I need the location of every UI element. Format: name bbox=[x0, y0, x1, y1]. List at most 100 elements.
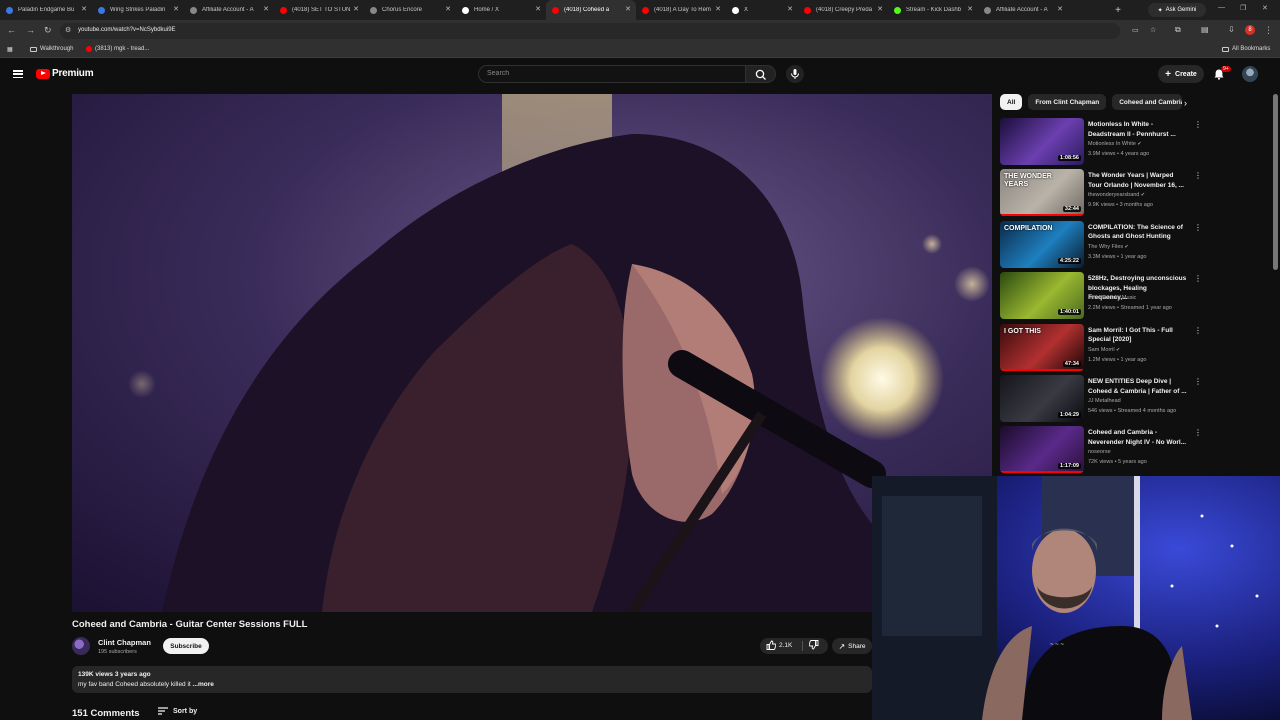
recommended-title[interactable]: NEW ENTITIES Deep Dive | Coheed & Cambri… bbox=[1088, 377, 1188, 396]
maximize-icon[interactable]: ❐ bbox=[1240, 4, 1246, 12]
recommended-channel[interactable]: JJ Metalhead bbox=[1088, 398, 1121, 404]
recommended-channel[interactable]: Sam Morril ✔ bbox=[1088, 347, 1120, 353]
recommended-channel[interactable]: noseorse bbox=[1088, 449, 1111, 455]
create-button[interactable]: + Create bbox=[1158, 65, 1204, 83]
ask-gemini-button[interactable]: ✦ Ask Gemini bbox=[1148, 3, 1206, 17]
minimize-icon[interactable]: — bbox=[1218, 4, 1225, 11]
recommended-video[interactable]: 1:17:09 Coheed and Cambria - Neverender N… bbox=[1000, 426, 1272, 474]
video-thumbnail[interactable]: 1:17:09 bbox=[1000, 426, 1084, 474]
more-actions-icon[interactable]: ⋮ bbox=[1194, 171, 1202, 180]
forward-icon[interactable]: → bbox=[26, 25, 35, 35]
youtube-premium-logo[interactable]: Premium bbox=[36, 68, 94, 79]
recommended-channel[interactable]: Motionless In White ✔ bbox=[1088, 141, 1142, 147]
video-thumbnail[interactable]: 1:40:01 bbox=[1000, 272, 1084, 320]
bookmark-mgk[interactable]: (3813) mgk - tread... bbox=[86, 46, 149, 52]
recommended-video[interactable]: 1:40:01 528Hz, Destroying unconscious blo… bbox=[1000, 272, 1272, 320]
recommended-channel[interactable]: The Why Files ✔ bbox=[1088, 244, 1129, 250]
channel-avatar[interactable] bbox=[72, 637, 90, 655]
browser-tab[interactable]: Affiliate Account - A ✕ bbox=[184, 0, 274, 20]
browser-tab[interactable]: (4018) Coheed a ✕ bbox=[546, 0, 636, 20]
search-box[interactable] bbox=[478, 65, 746, 83]
more-actions-icon[interactable]: ⋮ bbox=[1194, 377, 1202, 386]
side-panel-icon[interactable]: ▤ bbox=[1201, 25, 1209, 34]
url-text[interactable]: youtube.com/watch?v=NcSybdkui9E bbox=[78, 27, 176, 33]
recommended-video[interactable]: COMPILATION 4:25:22 COMPILATION: The Scien… bbox=[1000, 220, 1272, 269]
chip-all[interactable]: All bbox=[1000, 94, 1023, 110]
browser-tab[interactable]: (4018) SET TO STUN ✕ bbox=[274, 0, 364, 20]
video-thumbnail[interactable]: 1:08:56 bbox=[1000, 118, 1084, 165]
back-icon[interactable]: ← bbox=[7, 25, 16, 35]
close-tab-icon[interactable]: ✕ bbox=[715, 6, 721, 13]
more-actions-icon[interactable]: ⋮ bbox=[1194, 326, 1202, 335]
video-thumbnail[interactable]: COMPILATION 4:25:22 bbox=[1000, 220, 1084, 268]
close-tab-icon[interactable]: ✕ bbox=[81, 6, 87, 13]
browser-tab[interactable]: (4018) Creepy Preda ✕ bbox=[798, 0, 888, 20]
chip-coheed[interactable]: Coheed and Cambria bbox=[1112, 94, 1183, 110]
close-tab-icon[interactable]: ✕ bbox=[877, 6, 883, 13]
bookmark-star-icon[interactable]: ☆ bbox=[1150, 26, 1156, 34]
video-thumbnail[interactable]: THE WONDER YEARS 32:44 bbox=[1000, 169, 1084, 217]
downloads-icon[interactable]: ⇩ bbox=[1228, 25, 1235, 34]
description-box[interactable]: 139K views 3 years ago my fav band Cohee… bbox=[72, 666, 872, 693]
menu-kebab-icon[interactable]: ⋮ bbox=[1264, 25, 1273, 36]
reload-icon[interactable]: ↻ bbox=[44, 25, 52, 36]
recommended-video[interactable]: I GOT THIS 47:34 Sam Morril: I Got This - … bbox=[1000, 323, 1272, 372]
close-tab-icon[interactable]: ✕ bbox=[445, 6, 451, 13]
chevron-right-icon[interactable]: › bbox=[1184, 98, 1187, 108]
close-window-icon[interactable]: ✕ bbox=[1262, 4, 1268, 12]
sort-by-button[interactable]: Sort by bbox=[158, 707, 197, 715]
close-tab-icon[interactable]: ✕ bbox=[967, 6, 973, 13]
share-button[interactable]: ↗ Share bbox=[832, 638, 872, 654]
subscribe-button[interactable]: Subscribe bbox=[163, 638, 209, 654]
browser-tab[interactable]: Affiliate Account - A ✕ bbox=[978, 0, 1068, 20]
profile-avatar[interactable]: 8 bbox=[1245, 25, 1255, 35]
video-thumbnail[interactable]: 1:04:29 bbox=[1000, 375, 1084, 422]
more-actions-icon[interactable]: ⋮ bbox=[1194, 120, 1202, 129]
extensions-icon[interactable]: ⧉ bbox=[1175, 25, 1181, 35]
apps-grid-icon[interactable]: ▦ bbox=[7, 46, 13, 53]
site-info-icon[interactable]: ⚙ bbox=[65, 26, 71, 34]
like-button[interactable]: 2.1K bbox=[766, 640, 792, 650]
browser-tab[interactable]: Wing Strikes Paladin ✕ bbox=[92, 0, 184, 20]
recommended-title[interactable]: Coheed and Cambria - Neverender Night IV… bbox=[1088, 428, 1188, 447]
close-tab-icon[interactable]: ✕ bbox=[353, 6, 359, 13]
recommended-title[interactable]: COMPILATION: The Science of Ghosts and G… bbox=[1088, 223, 1188, 242]
recommended-title[interactable]: Motionless In White - Deadstream II - Pe… bbox=[1088, 120, 1188, 139]
recommended-title[interactable]: The Wonder Years | Warped Tour Orlando |… bbox=[1088, 171, 1188, 190]
voice-search-button[interactable] bbox=[786, 65, 804, 83]
close-tab-icon[interactable]: ✕ bbox=[173, 6, 179, 13]
browser-tab[interactable]: Paladin Endgame Bu ✕ bbox=[0, 0, 92, 20]
browser-tab[interactable]: X ✕ bbox=[726, 0, 798, 20]
thumbs-down-icon[interactable] bbox=[809, 640, 819, 650]
recommended-channel[interactable]: Inner Peaces Music bbox=[1088, 295, 1136, 301]
all-bookmarks[interactable]: All Bookmarks bbox=[1222, 46, 1270, 52]
more-link[interactable]: ...more bbox=[191, 681, 214, 688]
search-button[interactable] bbox=[746, 65, 776, 83]
more-actions-icon[interactable]: ⋮ bbox=[1194, 223, 1202, 232]
address-bar[interactable]: ⚙ youtube.com/watch?v=NcSybdkui9E ▭ ☆ bbox=[60, 23, 1156, 39]
more-actions-icon[interactable]: ⋮ bbox=[1194, 428, 1202, 437]
browser-tab[interactable]: Stream - Kick Dashb ✕ bbox=[888, 0, 978, 20]
recommended-video[interactable]: 1:04:29 NEW ENTITIES Deep Dive | Coheed &… bbox=[1000, 375, 1272, 423]
recommended-channel[interactable]: thewonderyearsband ✔ bbox=[1088, 192, 1145, 198]
close-tab-icon[interactable]: ✕ bbox=[535, 6, 541, 13]
account-avatar[interactable] bbox=[1242, 66, 1258, 82]
browser-tab[interactable]: Chorus Encore ✕ bbox=[364, 0, 456, 20]
close-tab-icon[interactable]: ✕ bbox=[787, 6, 793, 13]
close-tab-icon[interactable]: ✕ bbox=[1057, 6, 1063, 13]
browser-tab[interactable]: Home / X ✕ bbox=[456, 0, 546, 20]
close-tab-icon[interactable]: ✕ bbox=[263, 6, 269, 13]
recommended-title[interactable]: Sam Morril: I Got This - Full Special [2… bbox=[1088, 326, 1188, 345]
browser-tab[interactable]: (4018) A Day To Rem ✕ bbox=[636, 0, 726, 20]
chip-from-channel[interactable]: From Clint Chapman bbox=[1028, 94, 1107, 110]
cast-icon[interactable]: ▭ bbox=[1132, 26, 1139, 34]
video-player[interactable] bbox=[72, 94, 992, 612]
more-actions-icon[interactable]: ⋮ bbox=[1194, 274, 1202, 283]
channel-name[interactable]: Clint Chapman bbox=[98, 638, 151, 647]
new-tab-button[interactable]: + bbox=[1110, 5, 1126, 16]
recommended-video[interactable]: THE WONDER YEARS 32:44 The Wonder Years | … bbox=[1000, 169, 1272, 217]
scrollbar-thumb[interactable] bbox=[1273, 94, 1278, 270]
recommended-video[interactable]: 1:08:56 Motionless In White - Deadstream … bbox=[1000, 118, 1272, 166]
video-thumbnail[interactable]: I GOT THIS 47:34 bbox=[1000, 323, 1084, 371]
search-input[interactable] bbox=[487, 70, 727, 77]
